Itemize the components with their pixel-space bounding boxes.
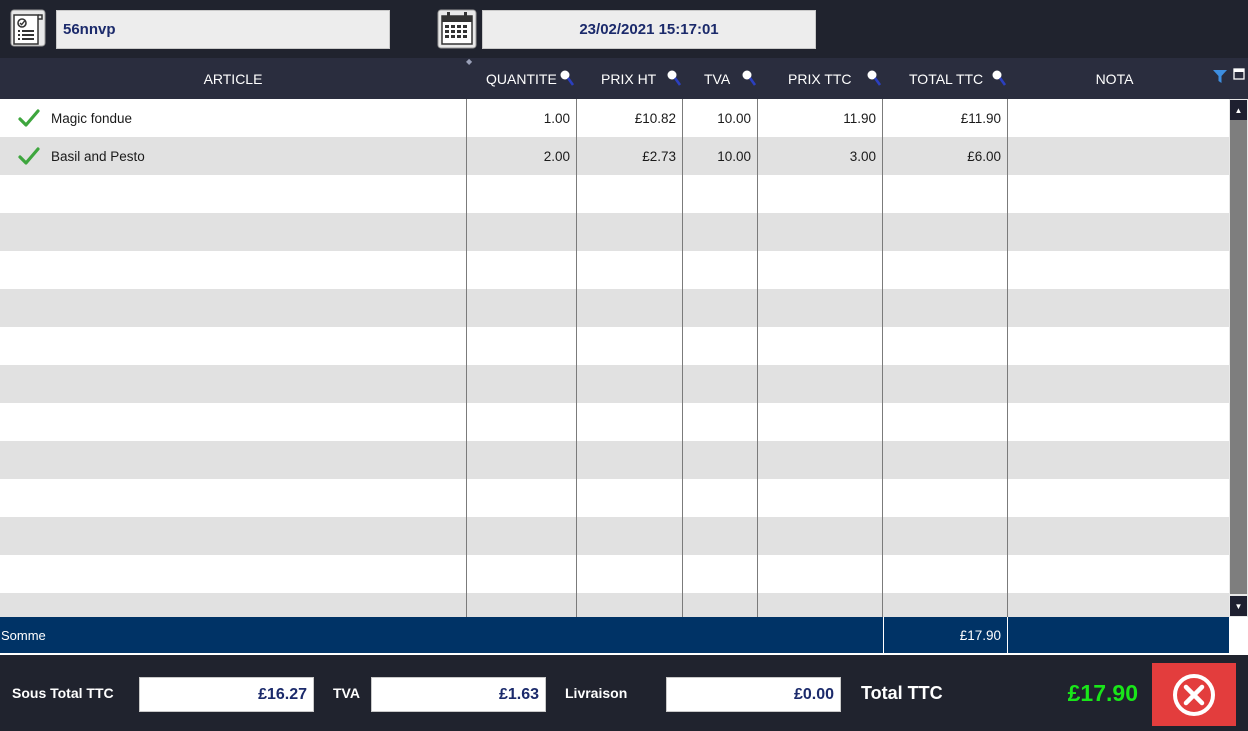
livraison-label: Livraison	[565, 685, 628, 701]
empty-row	[0, 365, 1229, 403]
empty-row	[0, 403, 1229, 441]
check-icon	[18, 109, 40, 127]
cell-total-ttc: £6.00	[967, 148, 1001, 164]
tva-field: £1.63	[371, 677, 546, 712]
cell-prix-ht: £10.82	[634, 110, 676, 126]
datetime-value: 23/02/2021 15:17:01	[579, 21, 719, 38]
column-header-prix-ttc[interactable]: PRIX TTC	[757, 58, 882, 99]
tva-label: TVA	[333, 685, 360, 701]
column-divider	[882, 99, 883, 617]
table-row[interactable]: Basil and Pesto 2.00 £2.73 10.00 3.00 £6…	[0, 137, 1229, 175]
cell-quantite: 2.00	[543, 148, 570, 164]
column-header-prix-ht[interactable]: PRIX HT	[576, 58, 682, 99]
cell-nota	[1007, 137, 1229, 175]
tva-value: £1.63	[498, 685, 539, 703]
filter-icon[interactable]	[1213, 70, 1227, 84]
table-row[interactable]: Magic fondue 1.00 £10.82 10.00 11.90 £11…	[0, 99, 1229, 137]
column-divider	[576, 99, 577, 617]
close-icon	[1173, 673, 1215, 716]
column-divider	[1007, 99, 1008, 617]
cell-prix-ttc: 3.00	[849, 148, 876, 164]
scroll-thumb[interactable]	[1230, 120, 1247, 594]
column-header-quantite[interactable]: QUANTITE ◆	[466, 58, 576, 99]
resize-handle-icon[interactable]: ◆	[466, 58, 579, 66]
cell-article: Magic fondue	[51, 110, 133, 126]
empty-row	[0, 213, 1229, 251]
column-label: ARTICLE	[203, 70, 263, 87]
cell-quantite: 1.00	[543, 110, 570, 126]
ticket-icon[interactable]	[10, 9, 46, 47]
empty-row	[0, 517, 1229, 555]
sous-total-field: £16.27	[139, 677, 314, 712]
column-label: QUANTITE	[486, 70, 557, 87]
column-header-nota[interactable]: NOTA	[1007, 58, 1222, 99]
order-lines-table: Magic fondue 1.00 £10.82 10.00 11.90 £11…	[0, 99, 1229, 617]
cell-total-ttc: £11.90	[960, 110, 1001, 126]
column-label: PRIX TTC	[788, 70, 852, 87]
grid-header: ARTICLE QUANTITE ◆ PRIX HT TVA PRIX TTC …	[0, 58, 1248, 99]
column-header-tva[interactable]: TVA	[682, 58, 757, 99]
column-divider	[682, 99, 683, 617]
check-icon	[18, 147, 40, 165]
column-header-article[interactable]: ARTICLE	[0, 58, 466, 99]
empty-row	[0, 593, 1229, 617]
empty-row	[0, 555, 1229, 593]
empty-row	[0, 175, 1229, 213]
vertical-scrollbar[interactable]: ▲ ▼	[1229, 99, 1248, 617]
column-header-total-ttc[interactable]: TOTAL TTC	[882, 58, 1007, 99]
scroll-down-icon[interactable]: ▼	[1230, 596, 1247, 616]
search-icon[interactable]	[559, 69, 575, 87]
search-icon[interactable]	[991, 69, 1007, 87]
ticket-number-field[interactable]: 56nnvp	[56, 10, 390, 49]
cell-prix-ttc: 11.90	[843, 110, 876, 126]
search-icon[interactable]	[866, 69, 882, 87]
cell-prix-ht: £2.73	[642, 148, 676, 164]
scroll-up-icon[interactable]: ▲	[1230, 100, 1247, 120]
calendar-icon[interactable]	[437, 9, 477, 49]
empty-row	[0, 289, 1229, 327]
column-divider	[757, 99, 758, 617]
empty-row	[0, 251, 1229, 289]
search-icon[interactable]	[666, 69, 682, 87]
column-label: NOTA	[1095, 70, 1134, 87]
empty-row	[0, 479, 1229, 517]
livraison-field[interactable]: £0.00	[666, 677, 841, 712]
sous-total-label: Sous Total TTC	[12, 685, 114, 701]
column-label: PRIX HT	[601, 70, 657, 87]
close-button[interactable]	[1152, 663, 1236, 726]
cell-tva: 10.00	[717, 148, 751, 164]
cell-article: Basil and Pesto	[51, 148, 145, 164]
sum-total-ttc: £17.90	[883, 617, 1008, 653]
livraison-value: £0.00	[793, 685, 834, 703]
ticket-number: 56nnvp	[63, 21, 116, 38]
search-icon[interactable]	[741, 69, 757, 87]
total-ttc-value: £17.90	[1067, 679, 1138, 706]
cell-tva: 10.00	[717, 110, 751, 126]
total-ttc-label: Total TTC	[861, 682, 943, 703]
column-chooser-icon[interactable]	[1233, 68, 1245, 80]
sous-total-value: £16.27	[258, 685, 307, 703]
column-divider	[466, 99, 467, 617]
column-label: TVA	[704, 70, 731, 87]
totals-footer: Sous Total TTC £16.27 TVA £1.63 Livraiso…	[0, 655, 1248, 731]
empty-row	[0, 327, 1229, 365]
cell-nota	[1007, 99, 1229, 137]
sum-label: Somme	[1, 627, 46, 643]
top-bar: 56nnvp 23/02/2021 15:17:01	[0, 0, 1248, 58]
sum-row: Somme £17.90	[0, 617, 1229, 653]
datetime-field[interactable]: 23/02/2021 15:17:01	[482, 10, 816, 49]
empty-row	[0, 441, 1229, 479]
column-label: TOTAL TTC	[909, 70, 984, 87]
